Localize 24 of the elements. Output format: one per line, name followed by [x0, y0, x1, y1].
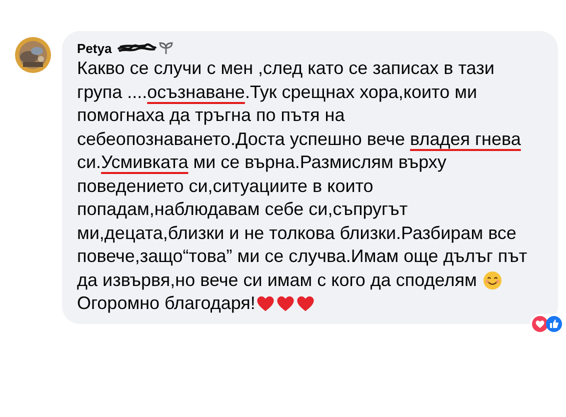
comment-text: ми се върна.Размислям върху [192, 151, 446, 174]
comment-text: си. [77, 151, 102, 174]
comment-text: попадам,наблюдавам себе си,съпругът [77, 198, 408, 221]
heart-icon [256, 294, 276, 314]
comment-text: ми,децата,близки и не толкова близки.Разбирам все [77, 222, 516, 245]
comment-text: осъзнаване [147, 80, 245, 104]
comment-text: група .... [77, 80, 148, 104]
comment-text: Какво се случи с мен ,след като се записах в тази [77, 57, 494, 80]
comment-text: себеопознаването.Доста успешно вече [77, 128, 406, 151]
comment-text: повече,защо“това” ми се случва.Имам още дълъг път [77, 245, 528, 268]
comment-text: да извървя,но вече си имам с кого да споделям [77, 268, 478, 292]
heart-icon [296, 294, 316, 314]
smiley-icon [482, 270, 502, 290]
comment-text: .Тук срещнах хора,които ми [244, 80, 478, 104]
comment-text: Огоромно благодаря! [77, 292, 256, 315]
comment-text: Усмивката [101, 151, 188, 174]
thumbs-up-icon [546, 316, 562, 332]
heart-icon [276, 294, 296, 314]
comment-text: поведението си,ситуациите в които [77, 174, 374, 198]
comment-text: владея гнева [410, 128, 521, 151]
reaction-badge[interactable] [530, 314, 564, 334]
author-name[interactable]: Petya [77, 40, 112, 56]
sprout-icon [158, 41, 173, 55]
comment-text: помогнаха да тръгна по пътя на [77, 104, 345, 127]
